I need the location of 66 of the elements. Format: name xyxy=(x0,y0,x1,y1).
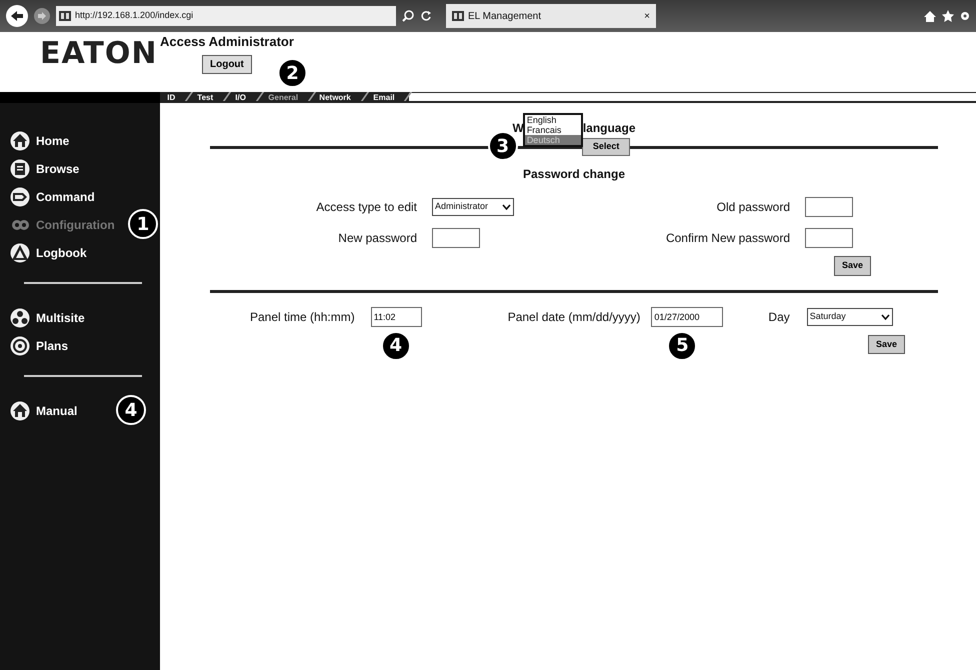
home-icon xyxy=(10,401,30,421)
arrow-sign-icon xyxy=(10,187,30,207)
warning-triangle-icon xyxy=(10,243,30,263)
chevron-down-icon xyxy=(880,314,890,320)
settings-icon[interactable] xyxy=(960,10,970,22)
sidebar-item[interactable]: Logbook xyxy=(0,239,160,267)
language-listbox[interactable]: English Francais Deutsch xyxy=(522,113,583,147)
nav-tab[interactable]: Network xyxy=(309,92,370,101)
three-dots-icon xyxy=(10,308,30,328)
day-dropdown[interactable]: Saturday xyxy=(806,308,893,326)
input-field[interactable] xyxy=(432,228,480,248)
section-title: Password change xyxy=(522,166,626,183)
star-icon[interactable] xyxy=(942,10,954,22)
callout-marker: 4 xyxy=(380,330,411,360)
back-button[interactable] xyxy=(6,5,28,27)
sidebar-item[interactable]: Manual 4 xyxy=(0,397,160,425)
logo: EATON xyxy=(39,35,158,73)
site-favicon-icon xyxy=(452,11,464,21)
refresh-icon[interactable] xyxy=(420,10,432,22)
callout-marker: 5 xyxy=(667,330,698,360)
sidebar-item[interactable]: Plans xyxy=(0,332,160,360)
field-label: Panel time (hh:mm) xyxy=(250,308,355,326)
input-field[interactable]: 11:02 xyxy=(370,306,422,326)
back-arrow-icon xyxy=(10,10,24,22)
input-field[interactable] xyxy=(805,228,853,248)
sidebar-item[interactable]: Home xyxy=(0,127,160,155)
callout-marker: 1 xyxy=(128,209,158,239)
field-label: Old password xyxy=(716,199,790,216)
save-button[interactable]: Save xyxy=(834,256,871,276)
input-field[interactable] xyxy=(805,197,853,217)
address-text: http://192.168.1.200/index.cgi xyxy=(75,9,194,22)
callout-marker: 2 xyxy=(276,58,307,88)
forward-button[interactable] xyxy=(34,8,50,24)
field-label: Day xyxy=(768,308,790,326)
ring-icon xyxy=(10,336,30,356)
access-type-dropdown[interactable]: Administrator xyxy=(432,198,514,216)
search-icon[interactable] xyxy=(402,10,414,22)
sidebar-item[interactable]: Configuration 1 xyxy=(0,211,160,239)
sidebar-item[interactable]: Multisite xyxy=(0,304,160,332)
document-icon xyxy=(10,159,30,179)
browser-tab[interactable]: EL Management × xyxy=(446,4,656,28)
sidebar-item[interactable]: Browse xyxy=(0,155,160,183)
select-button[interactable]: Select xyxy=(582,138,630,156)
address-bar[interactable]: http://192.168.1.200/index.cgi xyxy=(56,6,396,26)
tab-close-button[interactable]: × xyxy=(644,8,650,24)
site-favicon-icon xyxy=(59,11,71,21)
home-icon xyxy=(10,131,30,151)
nav-tab[interactable]: I/O xyxy=(224,92,264,101)
callout-marker: 3 xyxy=(488,131,518,161)
home-icon[interactable] xyxy=(924,10,936,22)
user-title: Access Administrator xyxy=(160,33,294,51)
field-label: Confirm New password xyxy=(664,230,790,247)
nav-tab[interactable]: ID xyxy=(156,92,194,101)
input-field[interactable]: 01/27/2000 xyxy=(651,306,724,326)
chevron-down-icon xyxy=(502,204,511,210)
tab-title: EL Management xyxy=(468,10,542,24)
save-button[interactable]: Save xyxy=(868,334,905,354)
callout-marker: 4 xyxy=(116,395,146,425)
heading-text: language xyxy=(582,120,636,137)
logout-button[interactable]: Logout xyxy=(202,54,252,74)
field-label: Panel date (mm/dd/yyyy) xyxy=(508,308,640,326)
sidebar-item[interactable]: Command xyxy=(0,183,160,211)
field-label: Access type to edit xyxy=(315,199,417,216)
field-label: New password xyxy=(337,230,417,247)
forward-arrow-icon xyxy=(37,12,47,20)
nav-tab[interactable]: Test xyxy=(186,92,231,101)
